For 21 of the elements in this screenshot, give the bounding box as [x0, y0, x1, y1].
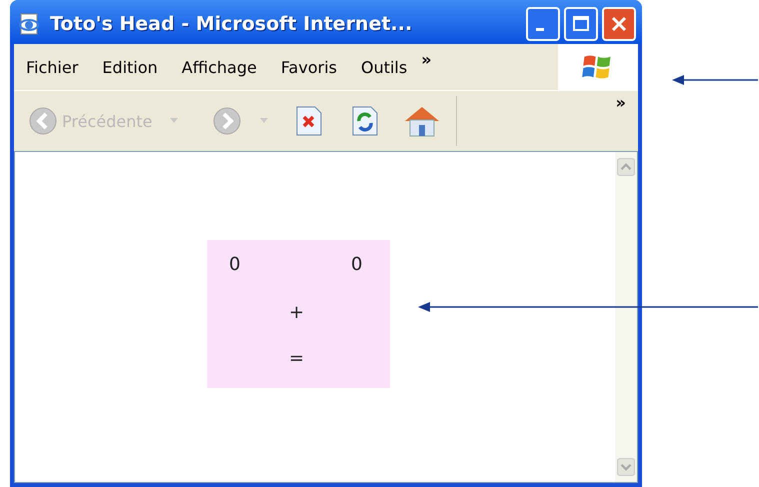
plus-sign: +	[289, 302, 304, 323]
number-text: 0	[229, 254, 240, 275]
number-text: 0	[351, 254, 362, 275]
maximize-icon	[571, 14, 591, 34]
page-icon	[18, 12, 42, 36]
minimize-button[interactable]	[526, 7, 560, 41]
refresh-icon[interactable]	[350, 105, 380, 137]
equals-sign: =	[289, 348, 304, 369]
close-button[interactable]	[602, 7, 636, 41]
more-menu-button[interactable]: »	[421, 50, 432, 69]
stop-icon[interactable]	[294, 105, 324, 137]
menu-item[interactable]: Favoris	[280, 58, 337, 76]
more-toolbar-button[interactable]: »	[616, 93, 626, 112]
menu-item[interactable]: Fichier	[26, 58, 78, 76]
minimize-icon	[536, 28, 544, 30]
maximize-button[interactable]	[564, 7, 598, 41]
window-title: Toto's Head - Microsoft Internet...	[50, 13, 412, 35]
menu-item[interactable]: Edition	[102, 58, 158, 76]
close-icon	[609, 14, 629, 34]
menu-item[interactable]: Affichage	[182, 58, 257, 76]
menu-item[interactable]: Outils	[360, 58, 408, 76]
